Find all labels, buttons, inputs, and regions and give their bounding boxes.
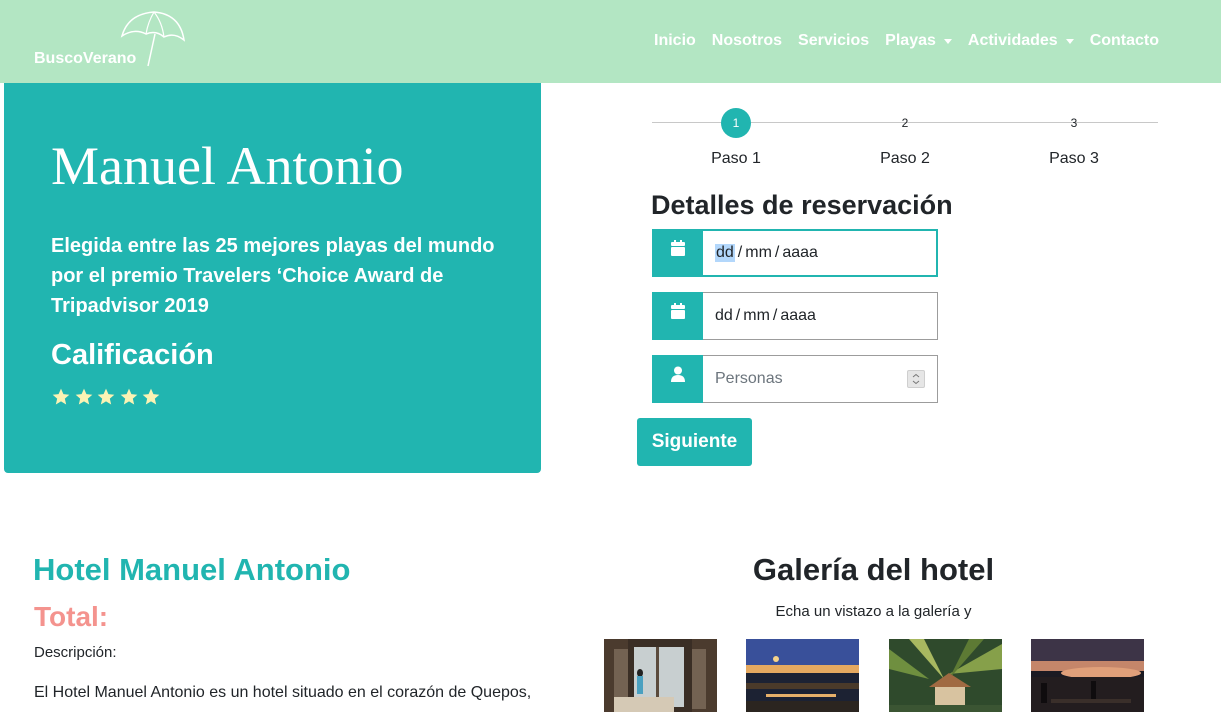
main-nav: Inicio Nosotros Servicios Playas Activid…: [646, 31, 1167, 51]
step-number: 3: [1070, 116, 1078, 130]
step-2[interactable]: 2 Paso 2: [855, 108, 955, 168]
people-placeholder: Personas: [715, 370, 783, 387]
nav-label: Playas: [885, 32, 936, 49]
step-label: Paso 1: [711, 150, 761, 167]
calendar-icon: [670, 303, 685, 319]
date-separator: /: [772, 307, 778, 324]
gallery-thumb-room[interactable]: [604, 639, 717, 712]
nav-label: Contacto: [1089, 32, 1160, 49]
description-label: Descripción:: [34, 644, 117, 661]
user-addon: [652, 355, 703, 403]
date-day[interactable]: dd: [715, 307, 733, 325]
step-label: Paso 3: [1049, 150, 1099, 167]
step-number: 2: [901, 116, 909, 130]
brand-link[interactable]: BuscoVerano: [34, 10, 194, 70]
caret-down-icon: [943, 38, 952, 44]
booking-stepper: 1 Paso 1 2 Paso 2 3 Paso 3: [652, 108, 1158, 172]
date-separator: /: [735, 307, 741, 324]
people-group: Personas: [652, 355, 938, 403]
rating-stars: [51, 387, 164, 407]
brand-name: BuscoVerano: [34, 50, 137, 67]
sunset-restaurant-photo: [1031, 639, 1144, 712]
hotel-title: Hotel Manuel Antonio: [33, 552, 351, 587]
calendar-addon: [652, 292, 703, 340]
step-number: 1: [721, 108, 751, 138]
nav-label: Inicio: [654, 32, 696, 49]
check-in-date-group: dd / mm / aaaa: [652, 229, 938, 277]
hotel-description: El Hotel Manuel Antonio es un hotel situ…: [34, 684, 532, 701]
star-icon: [142, 388, 160, 405]
caret-down-icon: [1065, 38, 1074, 44]
nav-label: Nosotros: [711, 32, 783, 49]
hotel-terrace-dusk-photo: [746, 639, 859, 712]
nav-dropdown-actividades[interactable]: Actividades: [960, 31, 1082, 51]
nav-item-nosotros[interactable]: Nosotros: [704, 31, 790, 51]
star-icon: [75, 388, 92, 405]
gallery-thumb-sunset[interactable]: [1031, 639, 1144, 712]
people-input[interactable]: Personas: [703, 355, 938, 403]
star-icon: [52, 388, 70, 405]
next-button[interactable]: Siguiente: [637, 418, 752, 466]
gallery-title: Galería del hotel: [752, 552, 995, 587]
step-label: Paso 2: [880, 150, 930, 167]
date-month[interactable]: mm: [743, 307, 770, 325]
star-icon: [97, 388, 115, 405]
beach-title: Manuel Antonio: [51, 136, 404, 196]
total-label: Total:: [34, 601, 109, 632]
nav-item-servicios[interactable]: Servicios: [790, 31, 877, 51]
check-out-date-input[interactable]: dd / mm / aaaa: [703, 292, 938, 340]
nav-label: Actividades: [967, 32, 1058, 49]
palm-bungalow-photo: [889, 639, 1002, 712]
check-out-date-group: dd / mm / aaaa: [652, 292, 938, 340]
user-icon: [670, 366, 685, 382]
check-in-date-input[interactable]: dd / mm / aaaa: [703, 229, 938, 277]
gallery-subtitle: Echa un vistazo a la galería y: [775, 603, 972, 620]
step-1[interactable]: 1 Paso 1: [686, 108, 786, 168]
star-icon: [120, 388, 137, 405]
nav-item-inicio[interactable]: Inicio: [646, 31, 704, 51]
nav-dropdown-playas[interactable]: Playas: [877, 31, 960, 51]
date-year[interactable]: aaaa: [782, 244, 818, 262]
date-day[interactable]: dd: [715, 244, 735, 262]
nav-label: Servicios: [798, 32, 870, 49]
nav-item-contacto[interactable]: Contacto: [1082, 31, 1167, 51]
beach-hero-card: Manuel Antonio Elegida entre las 25 mejo…: [4, 83, 541, 473]
form-title: Detalles de reservación: [651, 190, 953, 220]
date-year[interactable]: aaaa: [780, 307, 816, 325]
step-3[interactable]: 3 Paso 3: [1024, 108, 1124, 168]
gallery-thumb-terrace[interactable]: [746, 639, 859, 712]
gallery-thumb-bungalow[interactable]: [889, 639, 1002, 712]
calendar-addon: [652, 229, 703, 277]
hotel-room-photo: [604, 639, 717, 712]
number-spinner[interactable]: [907, 370, 925, 388]
date-separator: /: [774, 244, 780, 261]
rating-title: Calificación: [51, 339, 214, 371]
beach-description: Elegida entre las 25 mejores playas del …: [51, 235, 495, 317]
date-month[interactable]: mm: [745, 244, 772, 262]
spinner-arrows-icon: [912, 373, 920, 385]
navbar: BuscoVerano Inicio Nosotros Servicios Pl…: [0, 0, 1221, 83]
date-separator: /: [737, 244, 743, 261]
calendar-icon: [670, 240, 685, 256]
